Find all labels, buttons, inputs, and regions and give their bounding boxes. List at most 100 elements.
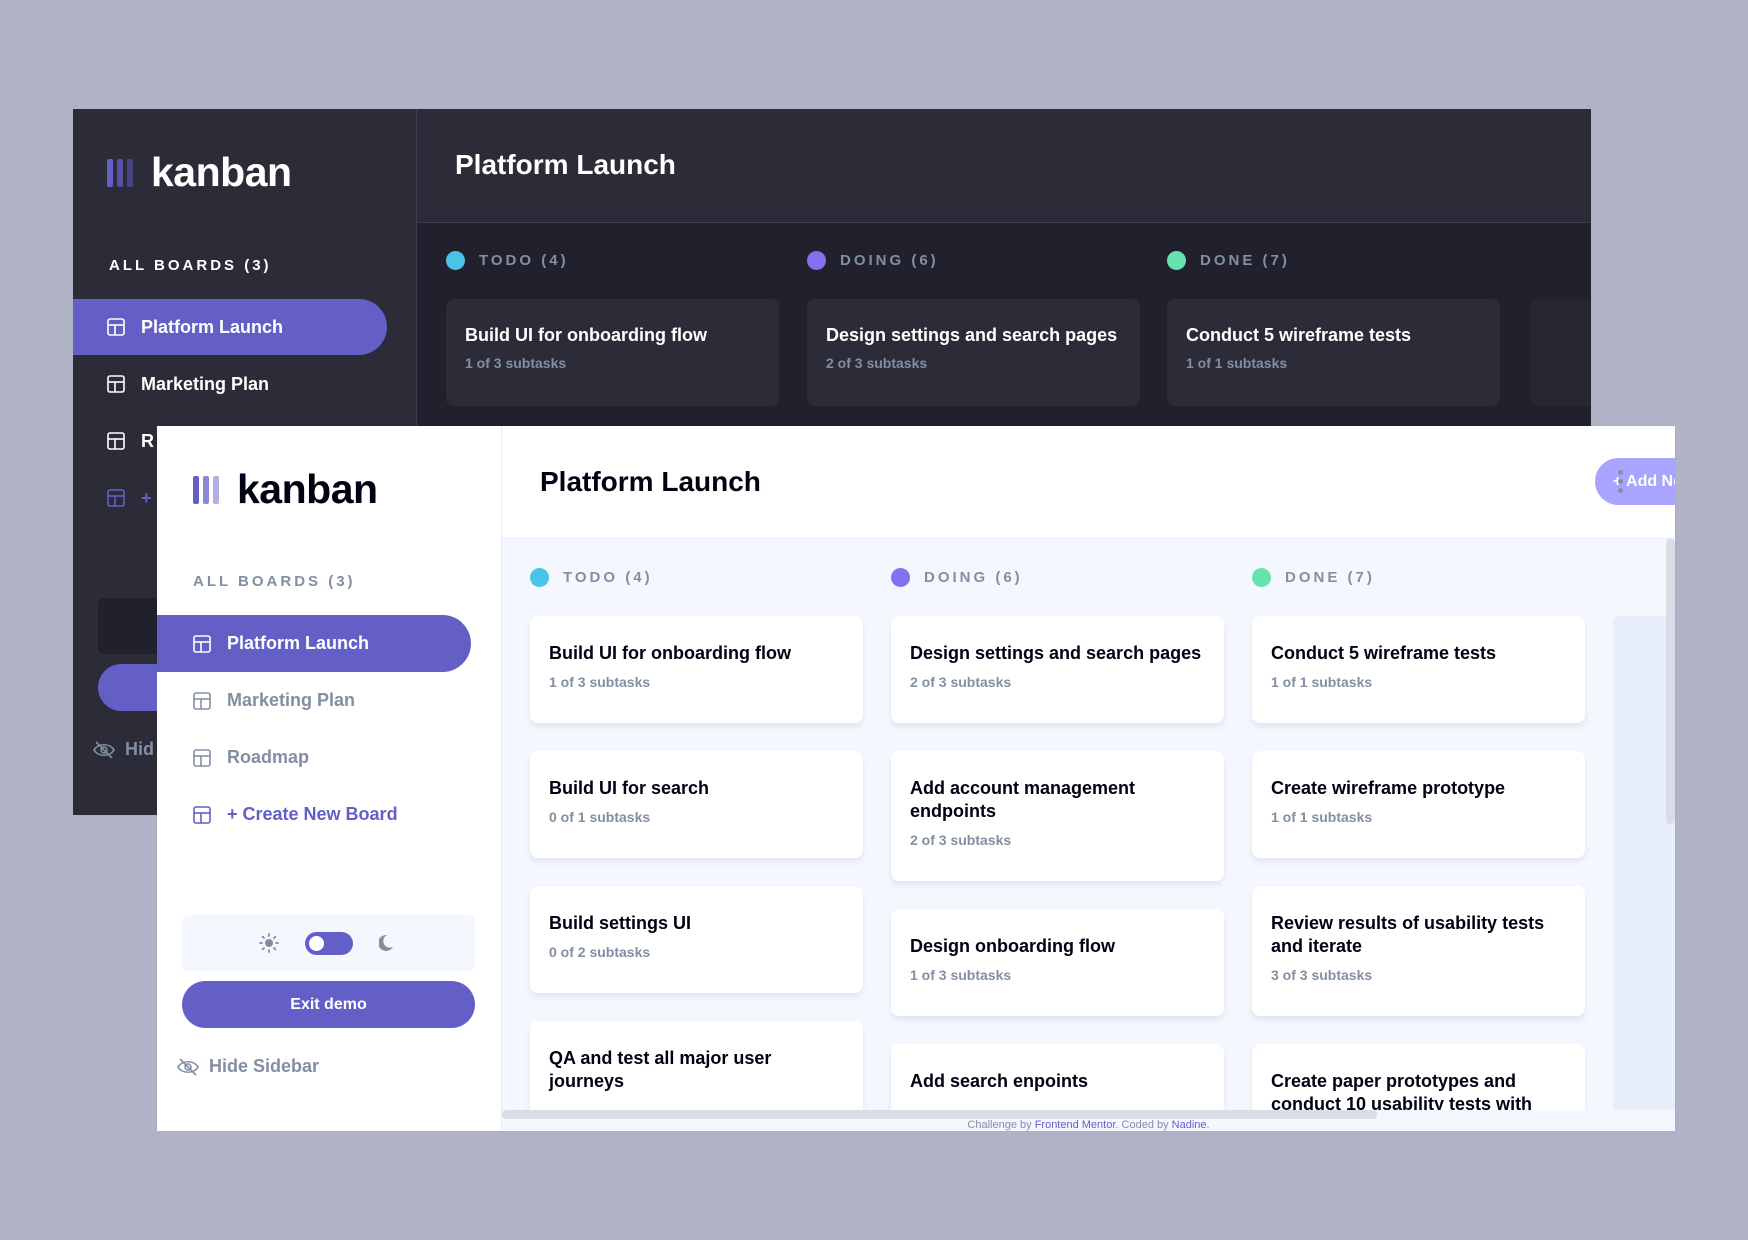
hide-sidebar-label: Hid bbox=[125, 739, 154, 759]
horizontal-scrollbar[interactable] bbox=[502, 1110, 1377, 1119]
attribution: Challenge by Frontend Mentor. Coded by N… bbox=[502, 1119, 1675, 1131]
sidebar-item-label: Marketing Plan bbox=[227, 690, 356, 710]
task-card[interactable]: Build UI for onboarding flow 1 of 3 subt… bbox=[530, 616, 863, 723]
eye-slash-icon bbox=[177, 1057, 199, 1076]
task-card[interactable]: Build settings UI 0 of 2 subtasks bbox=[530, 886, 863, 993]
exit-demo-button[interactable]: Exit demo bbox=[182, 981, 475, 1028]
task-card[interactable]: Create wireframe prototype 1 of 1 subtas… bbox=[1252, 751, 1585, 858]
vertical-scrollbar[interactable] bbox=[1666, 539, 1675, 824]
doing-dot-icon bbox=[807, 251, 826, 270]
all-boards-heading: ALL BOARDS (3) bbox=[109, 257, 272, 274]
task-title: Build UI for onboarding flow bbox=[549, 643, 791, 663]
author-link[interactable]: Nadine bbox=[1172, 1119, 1207, 1131]
hide-sidebar-label: Hide Sidebar bbox=[209, 1056, 320, 1076]
board-icon bbox=[193, 634, 211, 653]
board-icon bbox=[107, 375, 125, 393]
column-heading-label: DOING (6) bbox=[924, 569, 1023, 586]
sidebar-item-marketing-plan[interactable]: Marketing Plan bbox=[157, 672, 471, 729]
column-heading-todo: TODO (4) bbox=[530, 568, 653, 587]
board-header: Platform Launch + Add New Task bbox=[417, 109, 1591, 223]
task-card[interactable]: Review results of usability tests and it… bbox=[1252, 886, 1585, 1016]
task-card[interactable]: Build UI for search 0 of 1 subtasks bbox=[530, 751, 863, 858]
task-title: Conduct 5 wireframe tests bbox=[1186, 325, 1412, 345]
all-boards-heading: ALL BOARDS (3) bbox=[193, 573, 356, 590]
column-heading-done: DONE (7) bbox=[1252, 568, 1375, 587]
theme-toggle-box bbox=[182, 915, 475, 971]
sidebar-item-label: Platform Launch bbox=[141, 316, 284, 337]
task-card[interactable]: Conduct 5 wireframe tests 1 of 1 subtask… bbox=[1167, 299, 1500, 406]
sidebar: kanban ALL BOARDS (3) Platform Launch Ma… bbox=[157, 426, 502, 1131]
theme-toggle-switch[interactable] bbox=[304, 931, 353, 955]
task-title: Build settings UI bbox=[549, 913, 692, 933]
create-new-board-button[interactable]: + Create New Board bbox=[157, 786, 471, 843]
task-card[interactable]: Design settings and search pages 2 of 3 … bbox=[891, 616, 1224, 723]
task-subtasks: 0 of 2 subtasks bbox=[549, 944, 651, 960]
task-title: Add account management endpoints bbox=[910, 778, 1136, 821]
task-subtasks: 2 of 3 subtasks bbox=[910, 832, 1012, 848]
sidebar-item-label: Platform Launch bbox=[227, 633, 370, 653]
board-header: Platform Launch + Add New Task bbox=[502, 426, 1675, 539]
sidebar-item-platform-launch[interactable]: Platform Launch bbox=[73, 299, 387, 355]
sidebar-item-platform-launch[interactable]: Platform Launch bbox=[157, 615, 471, 672]
task-title: Add search enpoints bbox=[910, 1071, 1089, 1091]
todo-dot-icon bbox=[446, 251, 465, 270]
new-column-placeholder[interactable] bbox=[1530, 299, 1591, 406]
sidebar-item-label: Marketing Plan bbox=[141, 373, 270, 394]
column-heading-todo: TODO (4) bbox=[446, 251, 569, 270]
task-card[interactable]: Add search enpoints bbox=[891, 1044, 1224, 1110]
kanban-logo-icon bbox=[193, 475, 219, 504]
task-subtasks: 1 of 1 subtasks bbox=[1186, 355, 1288, 371]
task-card[interactable]: Create paper prototypes and conduct 10 u… bbox=[1252, 1044, 1585, 1110]
task-subtasks: 1 of 1 subtasks bbox=[1271, 674, 1373, 690]
task-card[interactable]: Conduct 5 wireframe tests 1 of 1 subtask… bbox=[1252, 616, 1585, 723]
logo: kanban bbox=[193, 466, 378, 513]
sidebar-item-label: R bbox=[141, 430, 154, 451]
task-title: Design onboarding flow bbox=[910, 936, 1115, 956]
task-title: Build UI for onboarding flow bbox=[465, 325, 707, 345]
task-subtasks: 2 of 3 subtasks bbox=[910, 674, 1012, 690]
task-card[interactable]: Design onboarding flow 1 of 3 subtasks bbox=[891, 909, 1224, 1016]
light-theme-window: kanban ALL BOARDS (3) Platform Launch Ma… bbox=[157, 426, 1675, 1131]
frontend-mentor-link[interactable]: Frontend Mentor bbox=[1035, 1119, 1116, 1131]
task-subtasks: 2 of 3 subtasks bbox=[826, 355, 928, 371]
board-icon bbox=[193, 805, 211, 824]
task-card[interactable]: Design settings and search pages 2 of 3 … bbox=[807, 299, 1140, 406]
task-subtasks: 1 of 1 subtasks bbox=[1271, 809, 1373, 825]
task-subtasks: 1 of 3 subtasks bbox=[465, 355, 567, 371]
sidebar-item-label: + bbox=[141, 487, 152, 508]
board-icon bbox=[193, 691, 211, 710]
sidebar-item-marketing-plan[interactable]: Marketing Plan bbox=[73, 356, 387, 412]
task-subtasks: 0 of 1 subtasks bbox=[549, 809, 651, 825]
board-icon bbox=[107, 489, 125, 507]
column-heading-label: DONE (7) bbox=[1200, 252, 1290, 269]
task-title: Review results of usability tests and it… bbox=[1271, 913, 1545, 956]
task-card[interactable]: QA and test all major user journeys bbox=[530, 1021, 863, 1110]
task-title: Design settings and search pages bbox=[826, 325, 1118, 345]
logo-text: kanban bbox=[151, 149, 292, 195]
eye-slash-icon bbox=[93, 740, 115, 759]
column-heading-label: TODO (4) bbox=[479, 252, 569, 269]
board-title: Platform Launch bbox=[540, 466, 761, 497]
kebab-menu-icon[interactable] bbox=[1614, 466, 1627, 497]
task-title: Build UI for search bbox=[549, 778, 710, 798]
task-card[interactable]: Add account management endpoints 2 of 3 … bbox=[891, 751, 1224, 881]
task-subtasks: 1 of 3 subtasks bbox=[910, 967, 1012, 983]
column-heading-doing: DOING (6) bbox=[807, 251, 939, 270]
done-dot-icon bbox=[1252, 568, 1271, 587]
sidebar-item-roadmap[interactable]: Roadmap bbox=[157, 729, 471, 786]
task-card[interactable]: Build UI for onboarding flow 1 of 3 subt… bbox=[446, 299, 779, 406]
board-icon bbox=[107, 432, 125, 450]
doing-dot-icon bbox=[891, 568, 910, 587]
hide-sidebar-button[interactable]: Hide Sidebar bbox=[177, 1056, 319, 1077]
credit-prefix: Challenge by bbox=[967, 1119, 1035, 1131]
task-title: Create paper prototypes and conduct 10 u… bbox=[1271, 1071, 1533, 1110]
logo-text: kanban bbox=[237, 466, 378, 512]
task-subtasks: 3 of 3 subtasks bbox=[1271, 967, 1373, 983]
todo-dot-icon bbox=[530, 568, 549, 587]
column-heading-label: DONE (7) bbox=[1285, 569, 1375, 586]
create-board-label: + Create New Board bbox=[227, 804, 398, 824]
task-subtasks: 1 of 3 subtasks bbox=[549, 674, 651, 690]
add-new-task-button[interactable]: + Add New Task bbox=[1595, 458, 1675, 505]
sidebar-item-label: Roadmap bbox=[227, 747, 310, 767]
hide-sidebar-button[interactable]: Hid bbox=[93, 739, 154, 760]
